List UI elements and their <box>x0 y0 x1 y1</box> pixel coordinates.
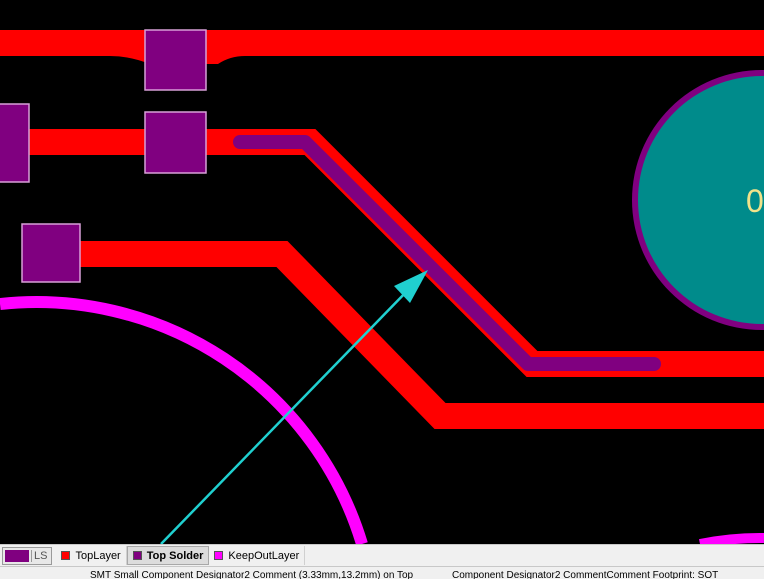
tab-top-solder[interactable]: Top Solder <box>126 546 210 565</box>
tab-top-solder-label: Top Solder <box>146 549 204 562</box>
status-right-text: Component Designator2 CommentComment Foo… <box>452 570 719 579</box>
tab-keepout-layer-label: KeepOutLayer <box>228 549 300 562</box>
layer-set-label: LS <box>31 549 51 562</box>
canvas-background <box>0 0 764 544</box>
top-layer-color-icon <box>61 551 71 560</box>
layer-set-button[interactable]: LS <box>2 546 53 565</box>
pad-middle[interactable] <box>144 111 207 174</box>
tab-keepout-layer[interactable]: KeepOutLayer <box>209 546 306 565</box>
pad-lower[interactable] <box>21 223 81 283</box>
pad-top[interactable] <box>144 29 207 91</box>
pad-number-label: 0 <box>746 183 764 219</box>
tab-top-layer-label: TopLayer <box>75 549 121 562</box>
current-layer-color-swatch <box>5 549 29 562</box>
keepout-layer-color-icon <box>214 551 224 560</box>
pcb-canvas[interactable]: 0 <box>0 0 764 544</box>
status-left-text: SMT Small Component Designator2 Comment … <box>90 570 414 579</box>
pad-left-edge[interactable] <box>0 103 30 183</box>
tab-top-layer[interactable]: TopLayer <box>56 546 127 565</box>
top-solder-color-icon <box>132 551 142 560</box>
status-bar: SMT Small Component Designator2 Comment … <box>0 566 764 579</box>
layer-tab-bar: LS TopLayer Top Solder KeepOutLayer <box>0 544 764 566</box>
